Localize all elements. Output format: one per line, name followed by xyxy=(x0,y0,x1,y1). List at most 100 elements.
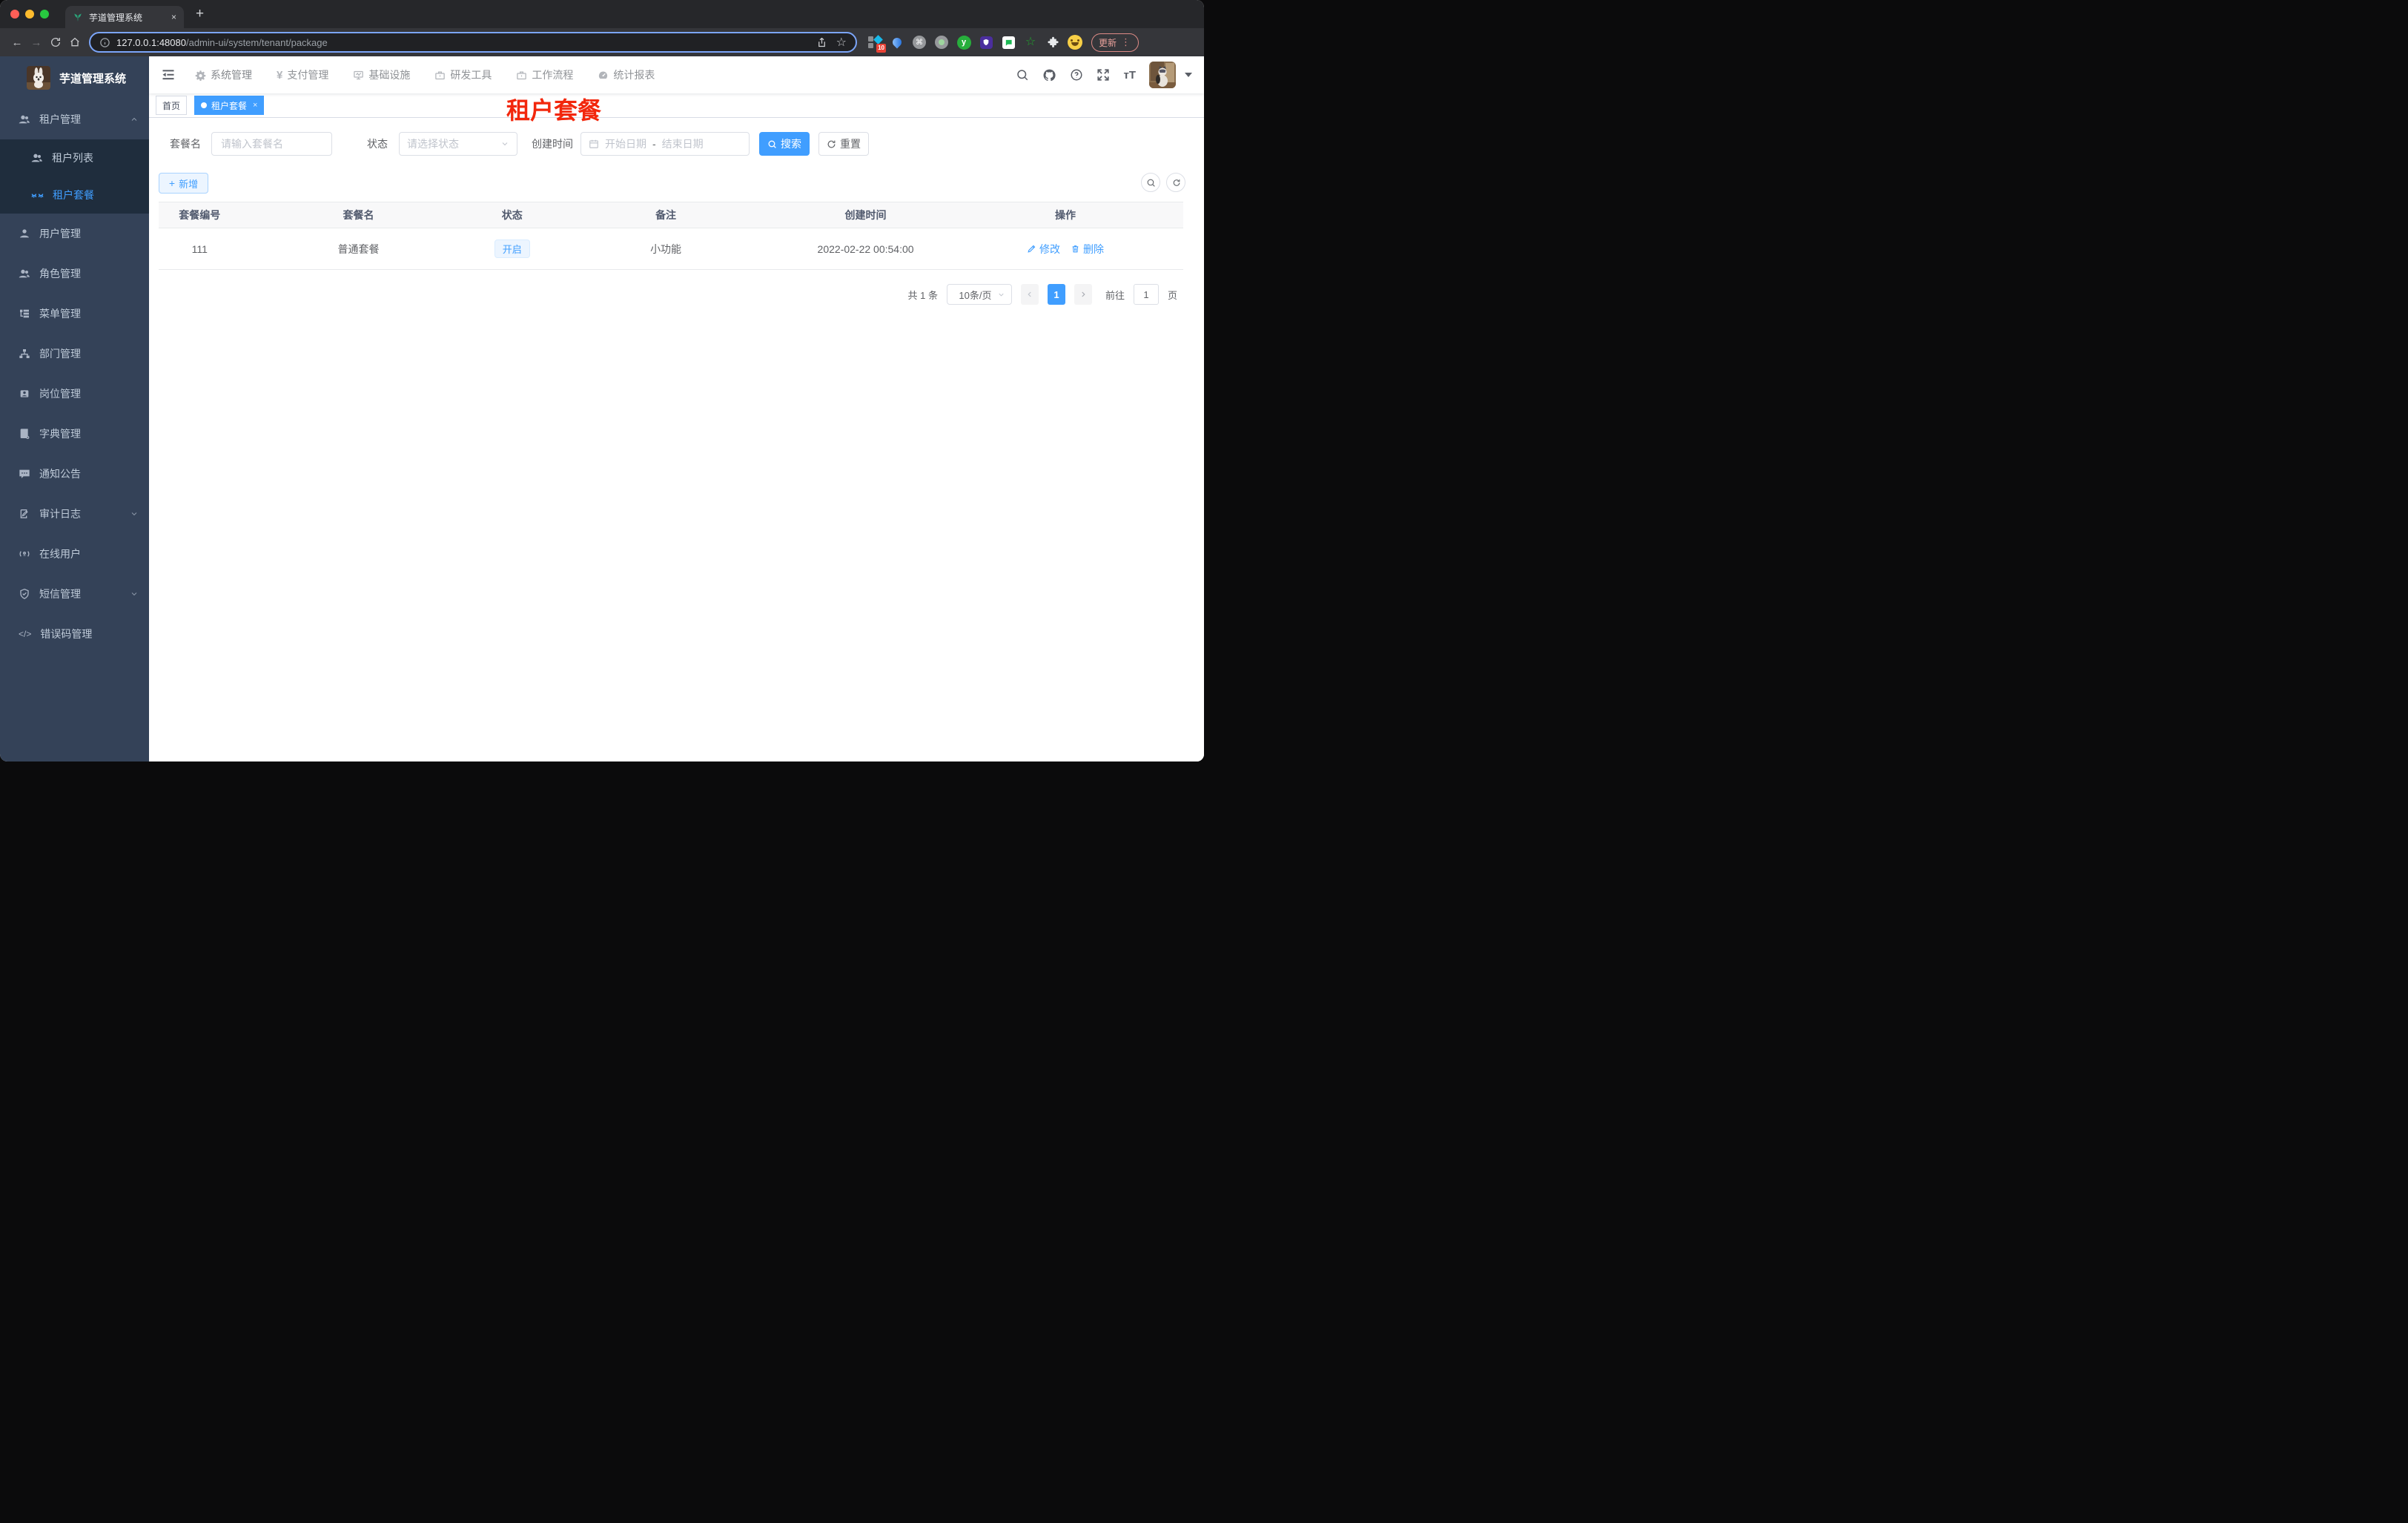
bookmark-star-icon[interactable]: ☆ xyxy=(836,36,847,48)
extensions-puzzle-icon[interactable] xyxy=(1045,35,1060,50)
user-avatar[interactable] xyxy=(1149,62,1176,88)
sidebar-item-notice[interactable]: 通知公告 xyxy=(0,454,149,494)
search-icon xyxy=(768,140,776,148)
home-icon[interactable] xyxy=(65,36,85,48)
sidebar-item-audit-log[interactable]: 审计日志 xyxy=(0,494,149,534)
ext-star-icon[interactable]: ☆ xyxy=(1023,35,1038,50)
next-page-button[interactable] xyxy=(1074,284,1092,305)
help-icon[interactable] xyxy=(1070,68,1083,82)
tab-tenant-package[interactable]: 租户套餐 × xyxy=(194,96,265,115)
delete-link[interactable]: 删除 xyxy=(1071,242,1104,257)
page-size-select[interactable]: 10条/页 xyxy=(946,284,1012,305)
top-menu-report[interactable]: 统计报表 xyxy=(598,67,655,82)
browser-update-button[interactable]: 更新 ⋮ xyxy=(1091,33,1140,52)
package-name-label: 套餐名 xyxy=(170,138,201,150)
date-range-picker[interactable]: 开始日期 - 结束日期 xyxy=(580,132,750,156)
sidebar-item-dict-management[interactable]: 字典管理 xyxy=(0,414,149,454)
show-search-toggle-button[interactable] xyxy=(1141,173,1160,192)
top-menu-system[interactable]: 系统管理 xyxy=(195,67,252,82)
org-tree-icon xyxy=(19,349,30,358)
reset-button[interactable]: 重置 xyxy=(818,132,869,156)
font-size-icon[interactable]: тT xyxy=(1123,69,1136,82)
sidebar-item-label: 错误码管理 xyxy=(40,628,93,640)
top-menu-workflow[interactable]: 工作流程 xyxy=(516,67,573,82)
sidebar-toggle-icon[interactable] xyxy=(161,67,176,82)
top-menu-label: 系统管理 xyxy=(211,69,252,81)
sidebar-item-role-management[interactable]: 角色管理 xyxy=(0,254,149,294)
github-icon[interactable] xyxy=(1042,68,1056,82)
chevron-right-icon xyxy=(1082,291,1085,297)
add-button[interactable]: + 新增 xyxy=(159,173,208,194)
ext-y-icon[interactable]: y xyxy=(956,35,971,50)
status-tag[interactable]: 开启 xyxy=(494,239,530,258)
ext-shield-icon[interactable] xyxy=(979,35,993,50)
prev-page-button[interactable] xyxy=(1020,284,1039,305)
sidebar-item-label: 租户管理 xyxy=(39,113,81,125)
top-menu-pay[interactable]: ¥ 支付管理 xyxy=(277,67,328,82)
gear-icon xyxy=(195,70,206,81)
navbar-right: тT xyxy=(1016,62,1192,88)
reload-icon[interactable] xyxy=(46,36,65,48)
tab-close-icon[interactable]: × xyxy=(171,12,176,22)
code-icon: </> xyxy=(19,629,32,639)
sidebar-item-error-code[interactable]: </> 错误码管理 xyxy=(0,614,149,654)
search-button[interactable]: 搜索 xyxy=(759,132,810,156)
tab-close-icon[interactable]: × xyxy=(253,101,257,110)
column-header: 套餐编号 xyxy=(179,209,221,221)
sidebar-logo[interactable]: 芋道管理系统 xyxy=(0,56,149,99)
sidebar-item-tenant-package[interactable]: 租户套餐 xyxy=(0,176,149,214)
package-name-input[interactable] xyxy=(211,132,332,156)
sidebar-item-menu-management[interactable]: 菜单管理 xyxy=(0,294,149,334)
page-number-button[interactable]: 1 xyxy=(1047,284,1065,305)
address-bar[interactable]: 127.0.0.1:48080/admin-ui/system/tenant/p… xyxy=(89,32,857,53)
minimize-window-button[interactable] xyxy=(25,10,34,19)
sidebar-item-post-management[interactable]: 岗位管理 xyxy=(0,374,149,414)
goto-page-input[interactable] xyxy=(1133,284,1159,305)
tree-table-icon xyxy=(20,309,29,318)
status-label: 状态 xyxy=(367,138,388,150)
fullscreen-icon[interactable] xyxy=(1096,68,1110,82)
avatar-caret-icon[interactable] xyxy=(1185,73,1192,77)
sidebar-item-online-users[interactable]: 在线用户 xyxy=(0,534,149,574)
close-window-button[interactable] xyxy=(10,10,19,19)
date-start-placeholder[interactable]: 开始日期 xyxy=(605,136,646,151)
top-menu-infra[interactable]: 基础设施 xyxy=(353,67,410,82)
refresh-table-button[interactable] xyxy=(1166,173,1185,192)
sidebar-item-sms-management[interactable]: 短信管理 xyxy=(0,574,149,614)
extensions-area: 10 ⌘ y ☆ xyxy=(867,35,1082,53)
tab-home[interactable]: 首页 xyxy=(156,96,188,115)
date-end-placeholder[interactable]: 结束日期 xyxy=(662,136,704,151)
site-info-icon[interactable] xyxy=(99,37,110,48)
top-menu-devtools[interactable]: 研发工具 xyxy=(434,67,492,82)
browser-toolbar: ← → 127.0.0.1:48080/admin-ui/system/tena… xyxy=(0,28,1204,56)
forward-icon[interactable]: → xyxy=(27,36,46,49)
back-icon[interactable]: ← xyxy=(7,36,27,49)
column-header: 状态 xyxy=(501,209,523,221)
browser-tabstrip: 芋道管理系统 × + xyxy=(0,0,1204,28)
sidebar-item-user-management[interactable]: 用户管理 xyxy=(0,214,149,254)
ext-command-icon[interactable]: ⌘ xyxy=(912,35,927,50)
edit-link[interactable]: 修改 xyxy=(1027,242,1060,257)
zoom-window-button[interactable] xyxy=(40,10,49,19)
sidebar-item-dept-management[interactable]: 部门管理 xyxy=(0,334,149,374)
ext-drop-icon[interactable] xyxy=(890,35,904,50)
app-navbar: 系统管理 ¥ 支付管理 基础设施 研发工具 工作流程 统计报表 тT xyxy=(149,56,1204,93)
sidebar-item-label: 用户管理 xyxy=(39,228,81,239)
browser-menu-icon[interactable]: ⋮ xyxy=(1121,36,1131,48)
share-icon[interactable] xyxy=(816,37,827,48)
peoples-icon xyxy=(31,153,42,162)
ext-tabs-icon[interactable]: 10 xyxy=(867,35,886,53)
column-header: 操作 xyxy=(1055,209,1076,221)
browser-tab[interactable]: 芋道管理系统 × xyxy=(65,6,184,28)
cell-actions: 修改 删除 xyxy=(947,242,1183,257)
browser-profile-avatar[interactable] xyxy=(1068,35,1082,50)
ext-chat-icon[interactable] xyxy=(1001,35,1016,50)
status-select[interactable]: 请选择状态 xyxy=(399,132,517,156)
sidebar-item-label: 短信管理 xyxy=(39,588,81,600)
ext-record-icon[interactable] xyxy=(934,35,949,50)
new-tab-button[interactable]: + xyxy=(196,3,204,25)
search-icon[interactable] xyxy=(1016,68,1029,82)
sidebar-item-tenant-management[interactable]: 租户管理 xyxy=(0,99,149,139)
browser-window: 芋道管理系统 × + ← → 127.0.0.1:48080/admin-ui/… xyxy=(0,0,1204,762)
sidebar-item-tenant-list[interactable]: 租户列表 xyxy=(0,139,149,176)
